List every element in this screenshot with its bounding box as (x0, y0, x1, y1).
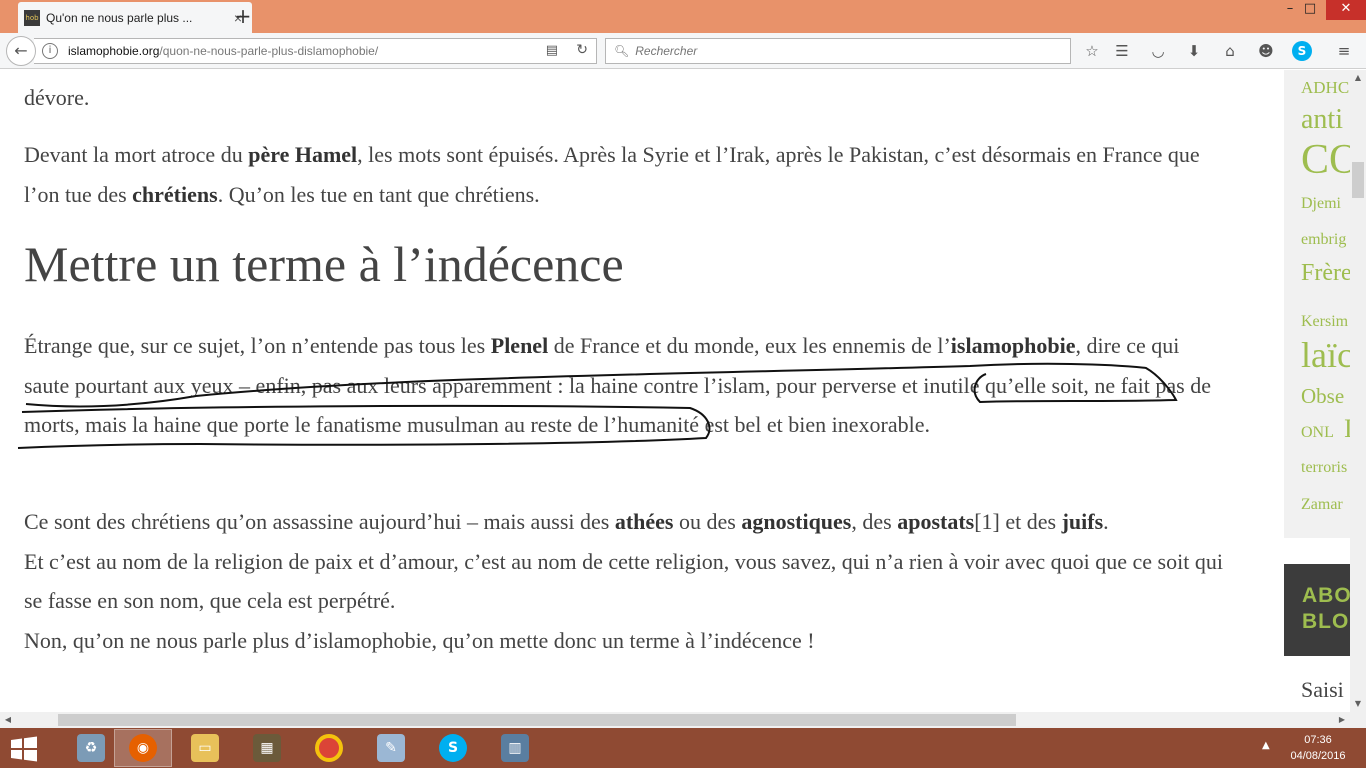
scroll-up-arrow-icon[interactable]: ▲ (1350, 70, 1366, 86)
home-icon[interactable]: ⌂ (1220, 41, 1240, 61)
search-icon: 🔍︎ (614, 44, 630, 58)
bold-islamophobie: islamophobie (950, 333, 1076, 358)
skype-taskbar-icon: S (439, 734, 467, 762)
start-button[interactable] (8, 734, 40, 764)
scrollbar-corner (1350, 712, 1366, 728)
hello-chat-icon[interactable]: ☻ (1256, 41, 1276, 61)
system-clock[interactable]: 07:36 04/08/2016 (1284, 732, 1352, 764)
bold-apostats: apostats (897, 509, 975, 534)
line-non-islamophobie: Non, qu’on ne nous parle plus d’islamoph… (24, 627, 815, 653)
scroll-right-arrow-icon[interactable]: ▶ (1334, 712, 1350, 728)
browser-titlebar: hob Qu'on ne nous parle plus ... × + – □… (0, 0, 1366, 33)
paint-palette-icon: ✎ (377, 734, 405, 762)
bookmarks-list-icon[interactable]: ☰ (1112, 41, 1132, 61)
taskbar-recycle-bin[interactable]: ♻ (62, 729, 120, 767)
new-tab-button[interactable]: + (232, 4, 254, 28)
about-title-line1: ABO (1302, 584, 1350, 607)
window-close-button[interactable]: ✕ (1326, 0, 1366, 20)
reload-icon[interactable]: ↻ (576, 42, 588, 58)
download-icon[interactable]: ⬇ (1184, 41, 1204, 61)
bold-agnostiques: agnostiques (741, 509, 852, 534)
monitor-chart-icon: ▥ (501, 734, 529, 762)
line-religion-paix: Et c’est au nom de la religion de paix e… (24, 548, 1223, 614)
vertical-scrollbar[interactable]: ▲ ▼ (1350, 70, 1366, 712)
url-path: /quon-ne-nous-parle-plus-dislamophobie/ (159, 44, 379, 58)
browser-tab-active[interactable]: hob Qu'on ne nous parle plus ... × (18, 2, 252, 33)
show-hidden-icons-button[interactable]: ▲ (1262, 740, 1270, 751)
bookmark-star-icon[interactable]: ☆ (1082, 41, 1102, 61)
tag-obse[interactable]: Obse (1301, 384, 1344, 409)
back-button[interactable]: ← (6, 36, 36, 66)
taskbar-file-explorer[interactable]: ▭ (176, 729, 234, 767)
paragraph-pere-hamel: Devant la mort atroce du père Hamel, les… (24, 142, 1200, 207)
clock-time: 07:36 (1304, 734, 1332, 746)
bold-juifs: juifs (1061, 509, 1104, 534)
bold-chretiens: chrétiens (132, 181, 218, 207)
chrome-icon (315, 734, 343, 762)
bold-plenel: Plenel (490, 333, 549, 358)
hamburger-menu-icon[interactable]: ≡ (1334, 41, 1354, 61)
folder-icon: ▭ (191, 734, 219, 762)
about-title-line2: BLO (1302, 610, 1350, 633)
taskbar-notepad[interactable]: ▦ (238, 729, 296, 767)
tag-djemi[interactable]: Djemi (1301, 195, 1341, 213)
taskbar-paint[interactable]: ✎ (362, 729, 420, 767)
tag-adhc[interactable]: ADHC (1301, 78, 1349, 98)
firefox-icon: ◉ (129, 734, 157, 762)
tag-terroris[interactable]: terroris (1301, 459, 1347, 477)
pocket-icon[interactable]: ◡ (1148, 41, 1168, 61)
site-info-icon[interactable]: i (42, 43, 58, 59)
tag-frere[interactable]: Frère (1301, 260, 1350, 287)
url-bar[interactable]: i islamophobie.org/quon-ne-nous-parle-pl… (34, 38, 597, 64)
document-viewer-icon: ▦ (253, 734, 281, 762)
window-minimize-button[interactable]: – (1283, 0, 1297, 20)
scroll-down-arrow-icon[interactable]: ▼ (1350, 696, 1366, 712)
tag-onl[interactable]: ONL (1301, 424, 1334, 442)
url-domain: islamophobie.org (68, 44, 160, 58)
reader-view-icon[interactable]: ▤ (546, 43, 558, 58)
windows-logo-icon (11, 736, 37, 762)
horizontal-scroll-thumb[interactable] (58, 714, 1016, 726)
windows-taskbar: ♻ ◉ ▭ ▦ ✎ S ▥ ▲ 07:36 04/08/2016 (0, 728, 1366, 768)
tag-co[interactable]: CO (1301, 136, 1350, 184)
tag-laic[interactable]: laïc (1301, 334, 1350, 376)
bold-pere-hamel: père Hamel (248, 142, 358, 167)
tag-anti[interactable]: anti (1301, 104, 1343, 136)
about-blog-box: ABO BLO (1284, 564, 1350, 656)
clock-date: 04/08/2016 (1290, 750, 1346, 762)
page-content: dévore. Devant la mort atroce du père Ha… (0, 70, 1284, 712)
scroll-left-arrow-icon[interactable]: ◀ (0, 712, 16, 728)
taskbar-skype[interactable]: S (424, 729, 482, 767)
browser-navbar: i islamophobie.org/quon-ne-nous-parle-pl… (0, 33, 1366, 69)
horizontal-scrollbar[interactable]: ◀ ▶ (0, 712, 1350, 728)
tag-kersim[interactable]: Kersim (1301, 313, 1348, 331)
section-heading: Mettre un terme à l’indécence (24, 236, 624, 292)
tab-title: Qu'on ne nous parle plus ... (46, 10, 193, 25)
sidebar-search-label: Saisi (1301, 677, 1344, 702)
taskbar-chrome[interactable] (300, 729, 358, 767)
paragraph-etrange: Étrange que, sur ce sujet, l’on n’entend… (24, 333, 1211, 437)
skype-icon[interactable]: S (1292, 41, 1312, 61)
back-arrow-icon: ← (14, 41, 28, 60)
vertical-scroll-thumb[interactable] (1352, 162, 1364, 198)
search-bar[interactable]: 🔍︎ (605, 38, 1071, 64)
paragraph-devore: dévore. (24, 85, 90, 110)
taskbar-firefox[interactable]: ◉ (114, 729, 172, 767)
site-favicon: hob (24, 9, 40, 26)
tag-zamar[interactable]: Zamar (1301, 496, 1343, 514)
tag-cloud: ADHC anti CO Djemi embrig Frère Kersim l… (1284, 70, 1350, 538)
bold-athees: athées (614, 509, 674, 534)
tag-embrig[interactable]: embrig (1301, 231, 1346, 249)
sidebar: ADHC anti CO Djemi embrig Frère Kersim l… (1284, 70, 1350, 712)
recycle-bin-icon: ♻ (77, 734, 105, 762)
search-input[interactable] (635, 44, 1056, 58)
paragraph-chretiens: Ce sont des chrétiens qu’on assassine au… (24, 509, 1223, 653)
window-maximize-button[interactable]: □ (1303, 0, 1317, 20)
taskbar-resource-monitor[interactable]: ▥ (486, 729, 544, 767)
